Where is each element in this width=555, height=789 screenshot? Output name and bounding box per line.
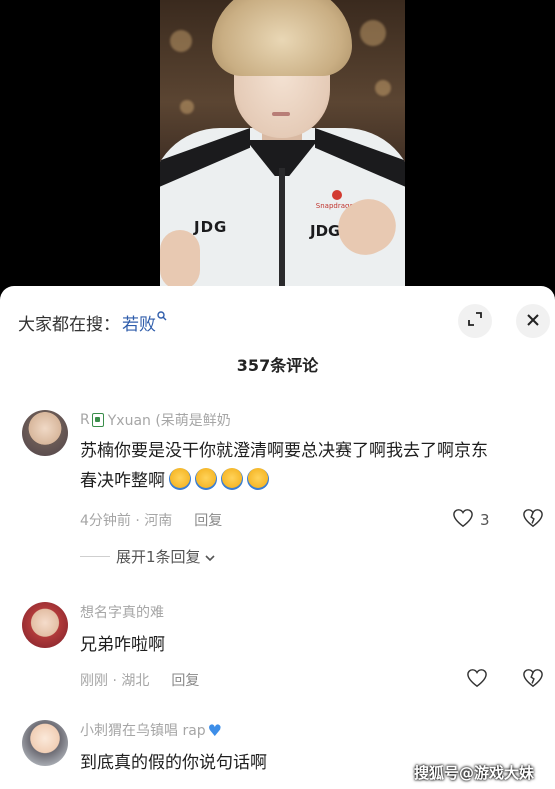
expand-button[interactable] — [458, 304, 492, 338]
dislike-button[interactable] — [522, 508, 544, 532]
expand-replies-button[interactable]: 展开1条回复 — [80, 546, 215, 567]
like-count: 3 — [480, 511, 490, 529]
broken-heart-icon — [522, 669, 544, 692]
comment-meta: 4分钟前 · 河南 回复 — [80, 510, 222, 530]
avatar[interactable] — [22, 410, 68, 456]
heart-icon — [466, 668, 488, 692]
search-icon — [157, 310, 167, 324]
video-area[interactable]: JDG Snapdragon JDG — [0, 0, 555, 300]
comment-author[interactable]: 小刺猬在乌镇唱 rap ♥ — [80, 720, 222, 740]
divider — [80, 556, 110, 557]
video-frame: JDG Snapdragon JDG — [160, 0, 405, 292]
dislike-button[interactable] — [522, 668, 544, 692]
team-logo-graphic: JDG — [194, 218, 228, 236]
trending-search-term[interactable]: 若败 — [122, 310, 156, 335]
blue-heart-icon: ♥ — [207, 720, 223, 740]
watermark: 搜狐号@游戏大妹 — [414, 764, 535, 782]
heart-icon — [452, 508, 474, 532]
comment-author[interactable]: 想名字真的难 — [80, 602, 164, 622]
avatar[interactable] — [22, 602, 68, 648]
reply-button[interactable]: 回复 — [171, 673, 199, 689]
comment-meta: 刚刚 · 湖北 回复 — [80, 670, 199, 690]
reply-button[interactable]: 回复 — [194, 513, 222, 529]
like-button[interactable] — [466, 668, 488, 692]
emoji-icon — [195, 468, 217, 490]
chevron-down-icon — [204, 548, 215, 566]
like-button[interactable]: 3 — [452, 508, 490, 532]
comments-count-title: 357条评论 — [236, 356, 319, 375]
emoji-icon — [221, 468, 243, 490]
avatar[interactable] — [22, 720, 68, 766]
expand-replies-label: 展开1条回复 — [116, 548, 201, 566]
emoji-icon — [169, 468, 191, 490]
comment-time-location: 刚刚 · 湖北 — [80, 673, 150, 689]
expand-icon — [467, 311, 483, 331]
comment-text: 兄弟咋啦啊 — [80, 635, 165, 655]
comment-time-location: 4分钟前 · 河南 — [80, 513, 173, 529]
broken-heart-icon — [522, 509, 544, 532]
comment-text: 苏楠你要是没干你就澄清啊要总决赛了啊我去了啊京东春决咋整啊 — [80, 441, 488, 491]
comment-author[interactable]: R Yxuan (呆萌是鲜奶 — [80, 410, 231, 430]
close-button[interactable] — [516, 304, 550, 338]
emoji-icon — [247, 468, 269, 490]
close-icon — [526, 312, 540, 331]
trending-search-prefix: 大家都在搜： — [18, 314, 120, 335]
jersey-lettering-graphic: JDG — [310, 222, 341, 240]
badge-icon — [91, 413, 104, 427]
comment-sheet: 大家都在搜： 若败 357条评论 R Yxuan (呆萌是鲜奶 苏楠你要是没干你… — [0, 286, 555, 789]
trending-search[interactable]: 大家都在搜： 若败 — [18, 308, 167, 336]
